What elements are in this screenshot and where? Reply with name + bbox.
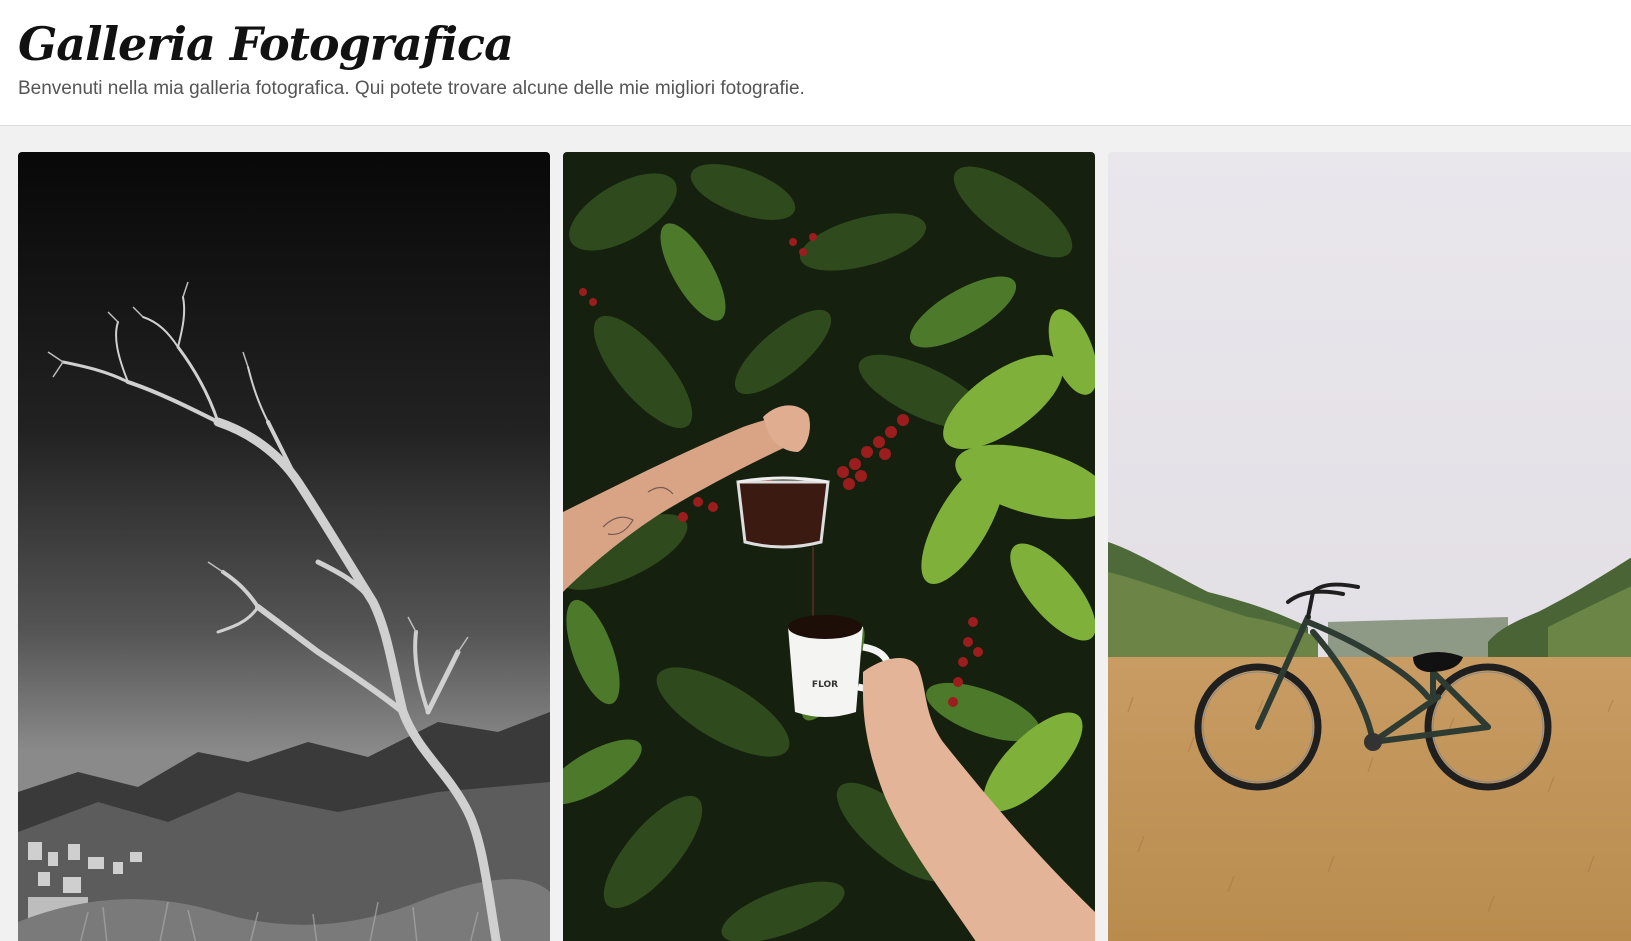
tree-photo-image — [18, 152, 550, 941]
gallery-photo-bicycle[interactable] — [1108, 152, 1631, 941]
photo-gallery: FLOR — [18, 152, 1631, 941]
mug-logo-text: FLOR — [812, 680, 838, 690]
coffee-photo-image: FLOR — [563, 152, 1095, 941]
page-title: Galleria Fotografica — [18, 17, 514, 71]
page-header: Galleria Fotografica Benvenuti nella mia… — [0, 0, 1631, 126]
page-subtitle: Benvenuti nella mia galleria fotografica… — [18, 78, 805, 99]
gallery-photo-tree[interactable] — [18, 152, 550, 941]
bicycle-photo-image — [1108, 152, 1631, 941]
gallery-photo-coffee[interactable]: FLOR — [563, 152, 1095, 941]
